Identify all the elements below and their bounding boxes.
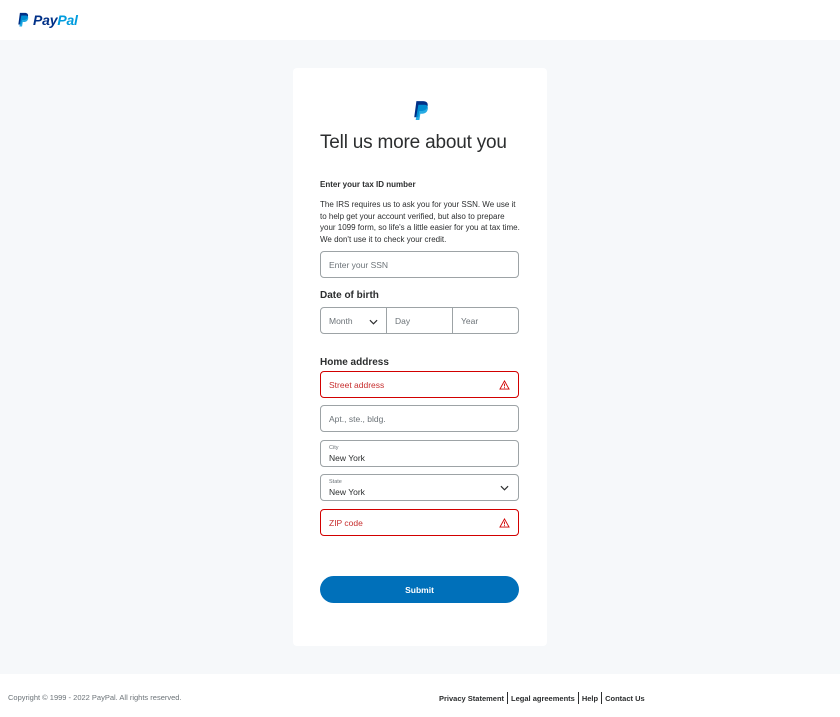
dob-year-placeholder: Year: [461, 315, 479, 326]
page-title: Tell us more about you: [320, 132, 507, 153]
contact-us-link[interactable]: Contact Us: [602, 694, 648, 703]
chevron-down-icon: [500, 485, 509, 491]
street-address-input[interactable]: [320, 371, 519, 398]
home-address-label: Home address: [320, 357, 389, 368]
warning-icon: [499, 518, 510, 528]
privacy-statement-link[interactable]: Privacy Statement: [439, 694, 507, 703]
city-label: City: [329, 445, 339, 451]
ssn-input[interactable]: [320, 251, 519, 278]
city-field[interactable]: City New York: [320, 440, 519, 467]
paypal-wordmark: PayPal: [33, 12, 78, 28]
dob-group: Month Day Year: [320, 307, 519, 334]
copyright-text: Copyright © 1999 - 2022 PayPal. All righ…: [8, 693, 182, 702]
wordmark-pal: Pal: [57, 12, 78, 28]
paypal-card-logo-icon: [414, 101, 428, 120]
tax-id-description: The IRS requires us to ask you for your …: [320, 200, 520, 244]
chevron-down-icon: [369, 319, 378, 325]
help-link[interactable]: Help: [579, 694, 601, 703]
wordmark-pay: Pay: [33, 12, 58, 28]
state-value: New York: [329, 487, 365, 497]
footer: Copyright © 1999 - 2022 PayPal. All righ…: [0, 674, 840, 717]
state-label: State: [329, 479, 342, 485]
submit-button[interactable]: Submit: [320, 576, 519, 603]
dob-day-placeholder: Day: [395, 315, 411, 326]
zip-code-input[interactable]: [320, 509, 519, 536]
apt-input[interactable]: [320, 405, 519, 432]
warning-icon: [499, 380, 510, 390]
top-bar: PayPal: [0, 0, 840, 40]
dob-day-input[interactable]: Day: [387, 308, 453, 333]
tax-id-heading: Enter your tax ID number: [320, 180, 416, 189]
dob-month-placeholder: Month: [329, 315, 353, 326]
footer-links: Privacy Statement Legal agreements Help …: [439, 692, 648, 704]
dob-month-select[interactable]: Month: [321, 308, 387, 333]
paypal-header-logo[interactable]: PayPal: [16, 12, 78, 28]
city-value: New York: [329, 453, 365, 463]
state-select[interactable]: State New York: [320, 474, 519, 501]
form-card: Tell us more about you Enter your tax ID…: [293, 68, 547, 646]
legal-agreements-link[interactable]: Legal agreements: [508, 694, 578, 703]
paypal-logo-icon: [18, 12, 29, 27]
dob-label: Date of birth: [320, 290, 379, 301]
dob-year-input[interactable]: Year: [453, 308, 518, 333]
